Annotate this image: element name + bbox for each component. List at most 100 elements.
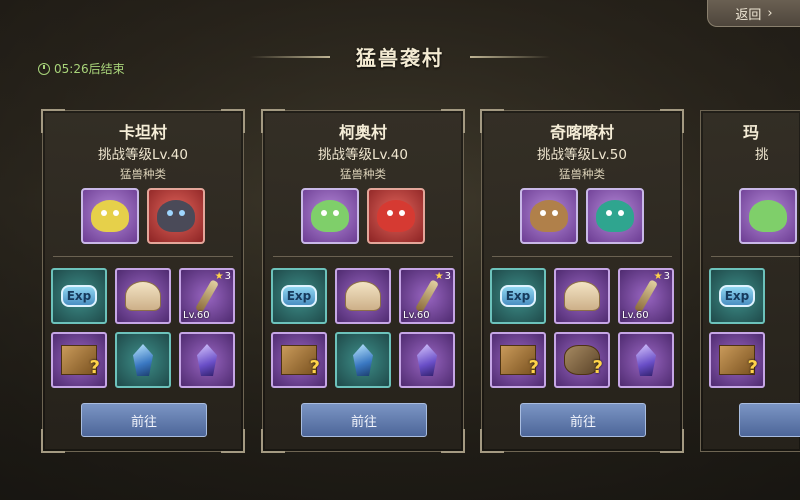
- question-mark-icon: ?: [592, 357, 603, 378]
- mystery-book-reward[interactable]: ?: [51, 332, 107, 388]
- question-mark-icon: ?: [89, 357, 100, 378]
- go-button[interactable]: 前往: [520, 403, 646, 437]
- yellow-dino-beast-icon[interactable]: [81, 188, 139, 244]
- question-mark-icon: ?: [309, 357, 320, 378]
- book-icon: ?: [61, 345, 100, 378]
- page-title: 猛兽袭村: [356, 46, 444, 70]
- beast-list: [739, 188, 797, 244]
- staff-icon: [195, 279, 219, 313]
- shell-reward[interactable]: [115, 268, 171, 324]
- violet-crystal-reward[interactable]: [179, 332, 235, 388]
- star-icon: ★: [653, 271, 663, 282]
- exp-reward[interactable]: Exp: [490, 268, 546, 324]
- corner-ornament: [660, 429, 684, 453]
- brown-golem-beast-icon[interactable]: [520, 188, 578, 244]
- mystery-pet-reward[interactable]: ?: [554, 332, 610, 388]
- exp-reward[interactable]: Exp: [709, 268, 765, 324]
- shell-reward[interactable]: [335, 268, 391, 324]
- beast-type-label: 猛兽种类: [340, 167, 386, 181]
- beast-type-label: 猛兽种类: [559, 167, 605, 181]
- staff-reward[interactable]: ★ 3 Lv.60: [618, 268, 674, 324]
- violet-crystal-icon: [636, 344, 656, 376]
- dark-dragon-beast-icon[interactable]: [147, 188, 205, 244]
- mystery-book-reward[interactable]: ?: [490, 332, 546, 388]
- challenge-level: 挑: [755, 147, 769, 163]
- corner-ornament: [261, 429, 285, 453]
- exp-icon: Exp: [280, 285, 318, 307]
- corner-ornament: [41, 429, 65, 453]
- corner-ornament: [701, 111, 723, 133]
- village-card-3: 奇喀喀村 挑战等级Lv.50 猛兽种类 Exp ★ 3 Lv.60 ? ? 前往: [480, 109, 684, 453]
- book-icon: ?: [500, 345, 539, 378]
- item-level: Lv.60: [403, 310, 430, 321]
- village-name: 柯奥村: [338, 123, 387, 142]
- question-mark-icon: ?: [747, 357, 758, 378]
- timer-text: 05:26后结束: [54, 62, 125, 76]
- question-mark-icon: ?: [528, 357, 539, 378]
- go-button[interactable]: [739, 403, 800, 437]
- go-button[interactable]: 前往: [301, 403, 427, 437]
- shell-reward[interactable]: [554, 268, 610, 324]
- staff-reward[interactable]: ★ 3 Lv.60: [179, 268, 235, 324]
- clock-icon: [38, 62, 50, 75]
- corner-ornament: [701, 429, 723, 451]
- corner-ornament: [441, 429, 465, 453]
- divider: [273, 256, 453, 257]
- star-icon: ★: [214, 271, 224, 282]
- reward-grid: Exp ?: [709, 268, 800, 388]
- exp-reward[interactable]: Exp: [271, 268, 327, 324]
- divider: [53, 256, 233, 257]
- blue-crystal-icon: [353, 344, 373, 376]
- violet-crystal-icon: [417, 344, 437, 376]
- beast-list: [482, 188, 682, 244]
- beast-list: [43, 188, 243, 244]
- village-name: 奇喀喀村: [549, 123, 614, 142]
- exp-reward[interactable]: Exp: [51, 268, 107, 324]
- back-button[interactable]: 返回 ›: [707, 0, 800, 27]
- mystery-book-reward[interactable]: ?: [709, 332, 765, 388]
- exp-icon: Exp: [499, 285, 537, 307]
- divider: [492, 256, 672, 257]
- blue-crystal-reward[interactable]: [335, 332, 391, 388]
- chevron-right-icon: ›: [767, 5, 773, 21]
- item-level: Lv.60: [622, 310, 649, 321]
- green-dino-beast-icon[interactable]: [301, 188, 359, 244]
- challenge-level: 挑战等级Lv.40: [98, 147, 188, 163]
- teal-dragon-beast-icon[interactable]: [586, 188, 644, 244]
- staff-icon: [415, 279, 439, 313]
- book-icon: ?: [281, 345, 320, 378]
- title-ornament-right: [470, 56, 550, 58]
- beast-list: [263, 188, 463, 244]
- mystery-book-reward[interactable]: ?: [271, 332, 327, 388]
- shell-icon: [564, 281, 600, 311]
- staff-reward[interactable]: ★ 3 Lv.60: [399, 268, 455, 324]
- village-card-1: 卡坦村 挑战等级Lv.40 猛兽种类 Exp ★ 3 Lv.60 ? 前往: [41, 109, 245, 453]
- violet-crystal-reward[interactable]: [399, 332, 455, 388]
- star-count: ★ 3: [653, 271, 670, 282]
- item-level: Lv.60: [183, 310, 210, 321]
- star-icon: ★: [434, 271, 444, 282]
- shell-icon: [125, 281, 161, 311]
- divider: [711, 256, 800, 257]
- shell-icon: [345, 281, 381, 311]
- page-title-bar: 猛兽袭村: [250, 40, 550, 76]
- challenge-level: 挑战等级Lv.40: [318, 147, 408, 163]
- exp-icon: Exp: [60, 285, 98, 307]
- back-label: 返回: [735, 7, 762, 23]
- reward-grid: Exp ★ 3 Lv.60 ?: [271, 268, 455, 388]
- blue-crystal-icon: [133, 344, 153, 376]
- red-dragon-beast-icon[interactable]: [367, 188, 425, 244]
- village-name: 卡坦村: [118, 123, 167, 142]
- corner-ornament: [480, 429, 504, 453]
- staff-icon: [634, 279, 658, 313]
- violet-crystal-reward[interactable]: [618, 332, 674, 388]
- star-count: ★ 3: [214, 271, 231, 282]
- reward-grid: Exp ★ 3 Lv.60 ?: [51, 268, 235, 388]
- beast-type-label: 猛兽种类: [120, 167, 166, 181]
- blue-crystal-reward[interactable]: [115, 332, 171, 388]
- title-ornament-left: [250, 56, 330, 58]
- go-button[interactable]: 前往: [81, 403, 207, 437]
- exp-icon: Exp: [718, 285, 756, 307]
- village-card-2: 柯奥村 挑战等级Lv.40 猛兽种类 Exp ★ 3 Lv.60 ? 前往: [261, 109, 465, 453]
- beast-icon[interactable]: [739, 188, 797, 244]
